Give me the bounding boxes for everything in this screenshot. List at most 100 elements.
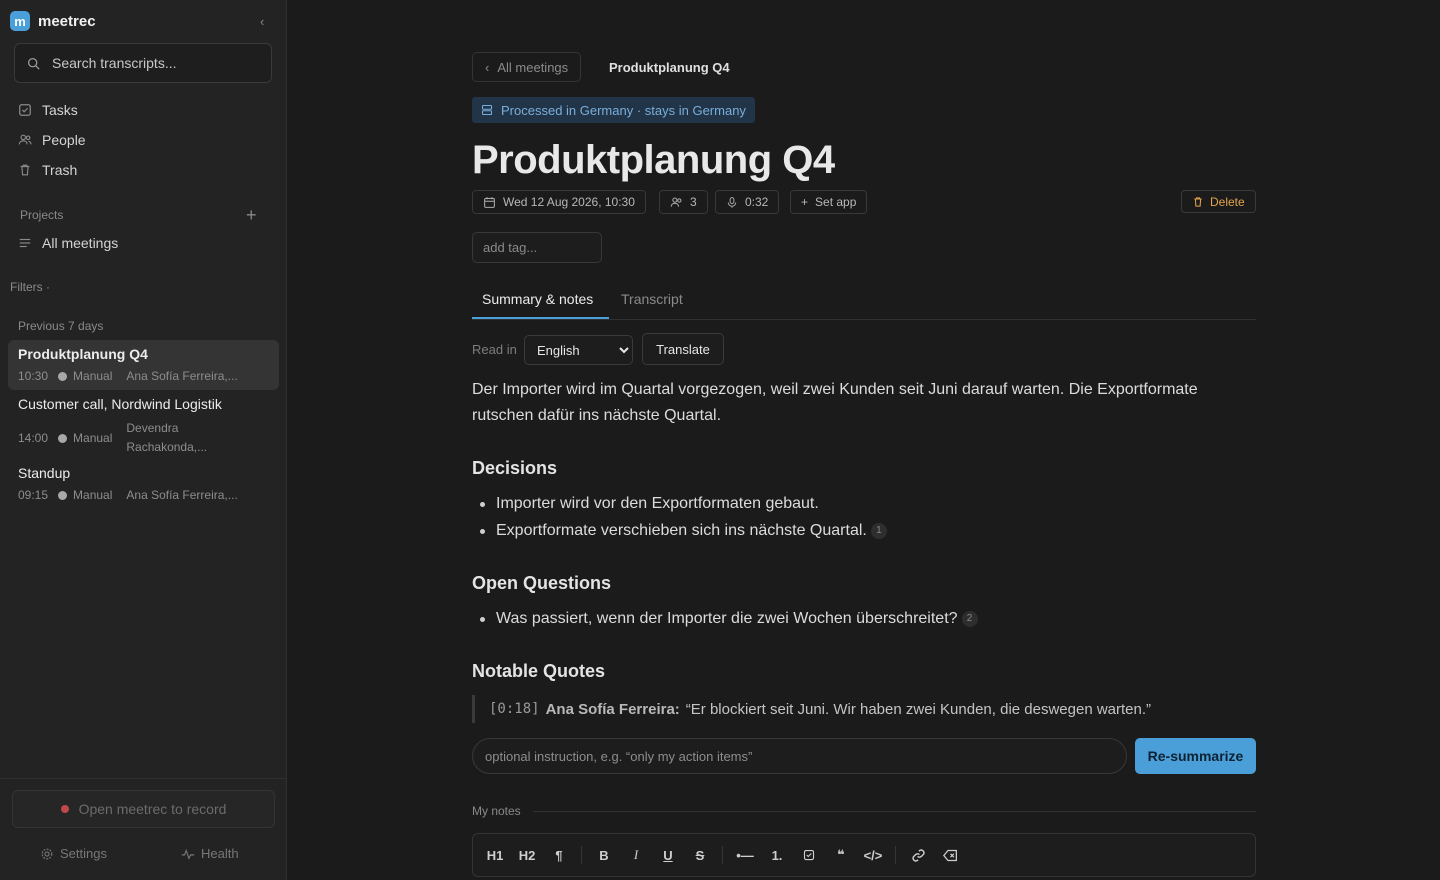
citation-badge[interactable]: 2 xyxy=(961,610,978,627)
all-meetings-label: All meetings xyxy=(42,235,119,251)
meeting-source: Manual xyxy=(73,431,113,445)
my-notes-label: My notes xyxy=(472,804,521,818)
tab-summary-notes[interactable]: Summary & notes xyxy=(482,291,593,307)
meeting-title: Customer call, Nordwind Logistik xyxy=(18,396,222,412)
back-label: All meetings xyxy=(497,59,569,75)
participant-count: 3 xyxy=(690,195,697,209)
blockquote-icon[interactable]: ❝ xyxy=(825,841,857,869)
decisions-list: Importer wird vor den Exportformaten geb… xyxy=(472,490,887,544)
code-icon[interactable]: </> xyxy=(857,841,889,869)
paragraph-button[interactable]: ¶ xyxy=(543,841,575,869)
summary-text: Der Importer wird im Quartal vorgezogen,… xyxy=(472,381,1198,424)
bold-button[interactable]: B xyxy=(588,841,620,869)
meeting-people-line2: Rachakonda,... xyxy=(126,440,208,454)
decision-text: Exportformate verschieben sich ins nächs… xyxy=(496,522,867,539)
settings-link[interactable]: Settings xyxy=(40,846,107,861)
citation-badge[interactable]: 1 xyxy=(870,522,887,539)
ordered-list-icon[interactable]: 1. xyxy=(761,841,793,869)
nav-tasks[interactable]: Tasks xyxy=(18,102,78,118)
source-dot xyxy=(58,490,68,500)
quote-block: [0:18] Ana Sofía Ferreira: “Er blockiert… xyxy=(472,695,1151,723)
add-tag-input[interactable] xyxy=(472,232,602,263)
meeting-item[interactable]: Produktplanung Q4 10:30 Manual Ana Sofía… xyxy=(8,340,279,390)
delete-button[interactable]: Delete xyxy=(1181,190,1256,213)
trash-icon xyxy=(1194,196,1202,207)
set-app-button[interactable]: + Set app xyxy=(790,190,868,214)
search-box[interactable] xyxy=(14,43,272,83)
meeting-title: Standup xyxy=(18,465,71,481)
back-to-all-meetings-button[interactable]: ‹ All meetings xyxy=(472,52,582,82)
resummarize-instruction-input[interactable] xyxy=(472,738,1127,774)
health-link[interactable]: Health xyxy=(181,846,239,861)
open-recorder-button[interactable]: Open meetrec to record xyxy=(12,790,275,828)
projects-label: Projects xyxy=(20,208,64,222)
clear-format-icon[interactable] xyxy=(934,841,966,869)
all-meetings-item[interactable]: All meetings xyxy=(18,235,118,251)
search-icon xyxy=(27,57,40,70)
sidebar: m meetrec ‹ Tasks People Trash Projects … xyxy=(0,0,287,880)
app-root: m meetrec ‹ Tasks People Trash Projects … xyxy=(0,0,1440,880)
list-item: Importer wird vor den Exportformaten geb… xyxy=(472,490,887,517)
italic-button[interactable]: I xyxy=(620,841,652,869)
app-logo: m xyxy=(10,11,30,31)
health-label: Health xyxy=(201,846,239,861)
read-in-label: Read in xyxy=(472,342,517,357)
heading1-button[interactable]: H1 xyxy=(479,841,511,869)
participants-chip[interactable]: 3 xyxy=(659,190,708,214)
settings-label: Settings xyxy=(60,846,107,861)
record-label: Open meetrec to record xyxy=(78,801,227,817)
app-name: meetrec xyxy=(38,12,96,30)
search-input[interactable] xyxy=(50,54,254,72)
tab-transcript[interactable]: Transcript xyxy=(621,291,683,307)
checkbox-icon xyxy=(19,104,31,116)
filters-toggle[interactable]: Filters · xyxy=(10,280,50,294)
decisions-heading: Decisions xyxy=(472,458,558,478)
record-dot-icon xyxy=(60,805,69,813)
brand[interactable]: m meetrec xyxy=(10,11,96,31)
open-questions-list: Was passiert, wenn der Importer die zwei… xyxy=(472,605,978,632)
question-text: Was passiert, wenn der Importer die zwei… xyxy=(496,610,958,627)
meeting-item[interactable]: Customer call, Nordwind Logistik 14:00 M… xyxy=(8,390,279,458)
microphone-icon xyxy=(727,196,737,208)
chevron-left-icon: ‹ xyxy=(485,59,490,75)
meeting-source: Manual xyxy=(73,488,113,502)
resummarize-button[interactable]: Re-summarize xyxy=(1135,738,1256,774)
toolbar-separator xyxy=(895,846,896,864)
set-app-label: Set app xyxy=(815,195,857,209)
breadcrumb-current: Produktplanung Q4 xyxy=(609,60,730,75)
translate-button[interactable]: Translate xyxy=(642,333,724,365)
date-chip[interactable]: Wed 12 Aug 2026, 10:30 xyxy=(472,190,646,214)
notable-quotes-heading: Notable Quotes xyxy=(472,661,606,681)
notes-divider xyxy=(533,811,1256,812)
duration-chip[interactable]: 0:32 xyxy=(715,190,780,214)
meeting-source: Manual xyxy=(73,369,113,383)
quote-speaker: Ana Sofía Ferreira: xyxy=(545,700,680,718)
nav-trash[interactable]: Trash xyxy=(18,162,77,178)
duration: 0:32 xyxy=(745,195,769,209)
tab-bar: Summary & notes Transcript xyxy=(472,286,1256,320)
meeting-date: Wed 12 Aug 2026, 10:30 xyxy=(503,195,635,209)
editor-toolbar: H1 H2 ¶ B I U S •— 1. ❝ </> xyxy=(472,833,1256,877)
people-icon xyxy=(18,134,32,145)
task-list-icon[interactable] xyxy=(793,841,825,869)
gear-icon xyxy=(41,848,53,859)
quote-timestamp[interactable]: [0:18] xyxy=(489,701,540,717)
meeting-meta: 09:15 Manual Ana Sofía Ferreira,... xyxy=(18,488,269,502)
trash-icon xyxy=(20,164,30,176)
heading2-button[interactable]: H2 xyxy=(511,841,543,869)
nav-people[interactable]: People xyxy=(18,132,86,148)
active-tab-indicator xyxy=(472,317,609,319)
open-questions-heading: Open Questions xyxy=(472,573,612,593)
toolbar-separator xyxy=(722,846,723,864)
people-icon xyxy=(670,197,682,207)
underline-button[interactable]: U xyxy=(652,841,684,869)
meeting-item[interactable]: Standup 09:15 Manual Ana Sofía Ferreira,… xyxy=(8,459,279,509)
collapse-sidebar-chevron-left-icon[interactable]: ‹ xyxy=(260,14,264,29)
link-icon[interactable] xyxy=(902,841,934,869)
strikethrough-button[interactable]: S xyxy=(684,841,716,869)
language-select[interactable]: English xyxy=(524,335,633,365)
bullet-list-icon[interactable]: •— xyxy=(729,841,761,869)
add-project-plus-icon[interactable]: + xyxy=(246,205,257,226)
meeting-time: 09:15 xyxy=(18,488,49,502)
meeting-meta: 10:30 Manual Ana Sofía Ferreira,... xyxy=(18,369,269,383)
